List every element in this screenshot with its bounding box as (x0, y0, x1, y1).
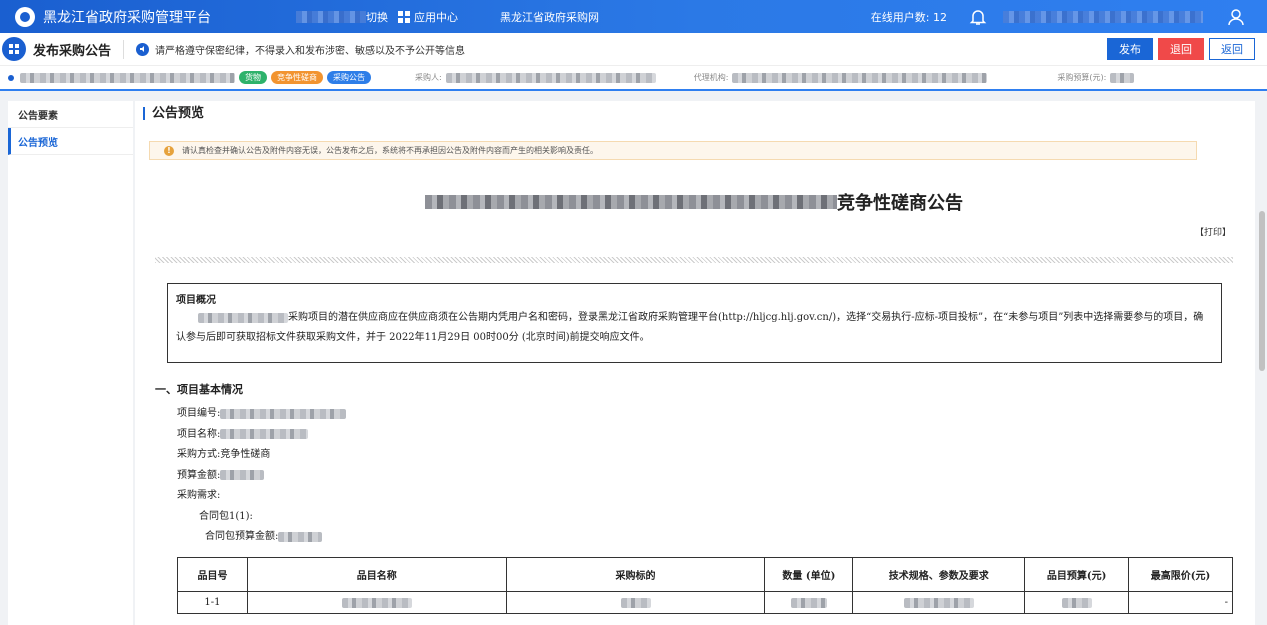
overview-text: 采购项目的潜在供应商应在供应商须在公告期内凭用户名和密码，登录黑龙江省政府采购管… (176, 308, 1213, 348)
overview-title: 项目概况 (176, 295, 216, 306)
sidebar-item-notice-elements[interactable]: 公告要素 (8, 101, 133, 128)
app-center-label: 应用中心 (414, 10, 458, 24)
redacted-value (1061, 597, 1092, 608)
redacted-value (220, 408, 347, 419)
field-label: 合同包1(1): (199, 510, 253, 522)
back-button[interactable]: 返回 (1209, 38, 1255, 60)
top-navbar: 黑龙江省政府采购管理平台 切换 应用中心 黑龙江省政府采购网 在线用户数: 12 (0, 0, 1267, 33)
field-label: 项目名称: (177, 428, 221, 440)
cell-quantity (764, 591, 854, 614)
warning-text: 请认真检查并确认公告及附件内容无误，公告发布之后，系统将不再承担因公告及附件内容… (182, 146, 598, 155)
field-method: 采购方式:竞争性磋商 (177, 445, 346, 466)
redacted-value (220, 470, 265, 480)
warning-icon: ! (164, 145, 174, 156)
field-package-budget: 合同包预算金额: (177, 527, 346, 548)
redacted-agency (732, 72, 988, 83)
app-title: 黑龙江省政府采购管理平台 (43, 9, 211, 26)
cell-item-name (246, 591, 507, 614)
redacted-org-name (296, 10, 366, 23)
menu-button[interactable] (2, 37, 26, 61)
print-link[interactable]: 【打印】 (1195, 225, 1231, 238)
cell-subject (505, 591, 766, 614)
publish-button[interactable]: 发布 (1107, 38, 1153, 60)
section-heading-basic-info: 一、项目基本情况 (155, 383, 243, 396)
confidentiality-notice: 请严格遵守保密纪律，不得录入和发布涉密、敏感以及不予公开等信息 (155, 45, 466, 57)
field-contract-package: 合同包1(1): (177, 507, 346, 528)
field-label: 采购需求: (177, 490, 221, 501)
platform-logo-icon (15, 6, 35, 27)
field-label: 项目编号: (177, 408, 221, 419)
redacted-value (620, 597, 651, 608)
field-budget: 预算金额: (177, 466, 346, 487)
action-bar: 发布采购公告 请严格遵守保密纪律，不得录入和发布涉密、敏感以及不予公开等信息 发… (0, 33, 1267, 65)
user-icon[interactable] (1227, 8, 1245, 26)
col-quantity: 数量 (单位) (764, 557, 854, 592)
section-title: 公告预览 (143, 107, 204, 120)
sidebar-item-notice-preview[interactable]: 公告预览 (8, 128, 133, 155)
field-project-name: 项目名称: (177, 425, 346, 446)
redacted-budget (1110, 72, 1135, 83)
col-item-no: 品目号 (177, 557, 248, 592)
online-users-count: 在线用户数: 12 (870, 10, 947, 24)
tag-procurement-notice: 采购公告 (327, 71, 371, 84)
grid-icon (398, 10, 410, 23)
table-row: 1-1 - (177, 591, 1233, 614)
field-label: 合同包预算金额: (205, 531, 279, 542)
redacted-value (903, 597, 974, 608)
field-label: 采购方式: (177, 449, 221, 460)
app-center-link[interactable]: 应用中心 (398, 9, 458, 25)
field-project-no: 项目编号: (177, 404, 347, 425)
grid-icon (9, 44, 19, 54)
redacted-user-info (1003, 10, 1203, 23)
switch-link[interactable]: 切换 (296, 9, 388, 25)
project-dot-icon (8, 74, 14, 81)
reject-button[interactable]: 退回 (1158, 38, 1204, 60)
redacted-purchaser (445, 72, 656, 83)
table-header-row: 品目号 品目名称 采购标的 数量 (单位) 技术规格、参数及要求 品目预算(元)… (177, 557, 1233, 592)
redacted-value (278, 531, 323, 542)
basic-info-fields: 项目编号: 项目名称: 采购方式:竞争性磋商 预算金额: 采购需求: 合同包1(… (177, 404, 347, 548)
purchaser-label: 采购人: (415, 73, 442, 82)
speaker-icon (136, 42, 150, 56)
cell-item-no: 1-1 (177, 591, 248, 614)
sidebar: 公告要素 公告预览 (8, 101, 133, 625)
redacted-value (341, 597, 412, 608)
budget-label: 采购预算(元): (1057, 73, 1107, 82)
overview-body: 采购项目的潜在供应商应在供应商须在公告期内凭用户名和密码，登录黑龙江省政府采购管… (176, 312, 1204, 343)
divider (155, 257, 1233, 263)
redacted-project-name (198, 312, 288, 323)
field-value: 竞争性磋商 (220, 449, 271, 460)
cell-spec (852, 591, 1026, 614)
redacted-value (220, 429, 309, 439)
gov-site-link[interactable]: 黑龙江省政府采购网 (500, 9, 599, 25)
redacted-project-name (20, 72, 235, 83)
document-title-suffix: 竞争性磋商公告 (837, 193, 963, 214)
cell-item-budget (1024, 591, 1130, 614)
tag-competitive-negotiation: 竞争性磋商 (271, 71, 323, 84)
col-item-budget: 品目预算(元) (1024, 557, 1130, 592)
scrollbar-thumb[interactable] (1259, 211, 1265, 371)
project-overview-box: 项目概况 采购项目的潜在供应商应在供应商须在公告期内凭用户名和密码，登录黑龙江省… (167, 283, 1222, 363)
bell-icon[interactable] (969, 8, 987, 26)
redacted-value (790, 597, 827, 608)
page-scrollbar[interactable] (1259, 101, 1265, 625)
redacted-title-prefix (425, 195, 837, 209)
cell-max-price: - (1128, 591, 1233, 614)
col-spec: 技术规格、参数及要求 (852, 557, 1026, 592)
tag-goods: 货物 (239, 71, 267, 84)
col-subject: 采购标的 (505, 557, 766, 592)
page-title: 发布采购公告 (33, 39, 125, 59)
field-requirement: 采购需求: (177, 486, 346, 507)
agency-label: 代理机构: (693, 73, 729, 82)
field-label: 预算金额: (177, 469, 221, 481)
switch-label: 切换 (366, 10, 388, 24)
document-title: 竞争性磋商公告 (425, 189, 963, 215)
col-item-name: 品目名称 (246, 557, 507, 592)
project-info-bar: 货物 竞争性磋商 采购公告 采购人: 代理机构: 采购预算(元): (0, 65, 1267, 91)
col-max-price: 最高限价(元) (1128, 557, 1233, 592)
action-buttons: 发布 退回 返回 (1107, 38, 1255, 60)
warning-alert: ! 请认真检查并确认公告及附件内容无误，公告发布之后，系统将不再承担因公告及附件… (149, 141, 1197, 160)
main-panel: 公告预览 ! 请认真检查并确认公告及附件内容无误，公告发布之后，系统将不再承担因… (135, 101, 1255, 625)
items-table: 品目号 品目名称 采购标的 数量 (单位) 技术规格、参数及要求 品目预算(元)… (177, 557, 1233, 614)
